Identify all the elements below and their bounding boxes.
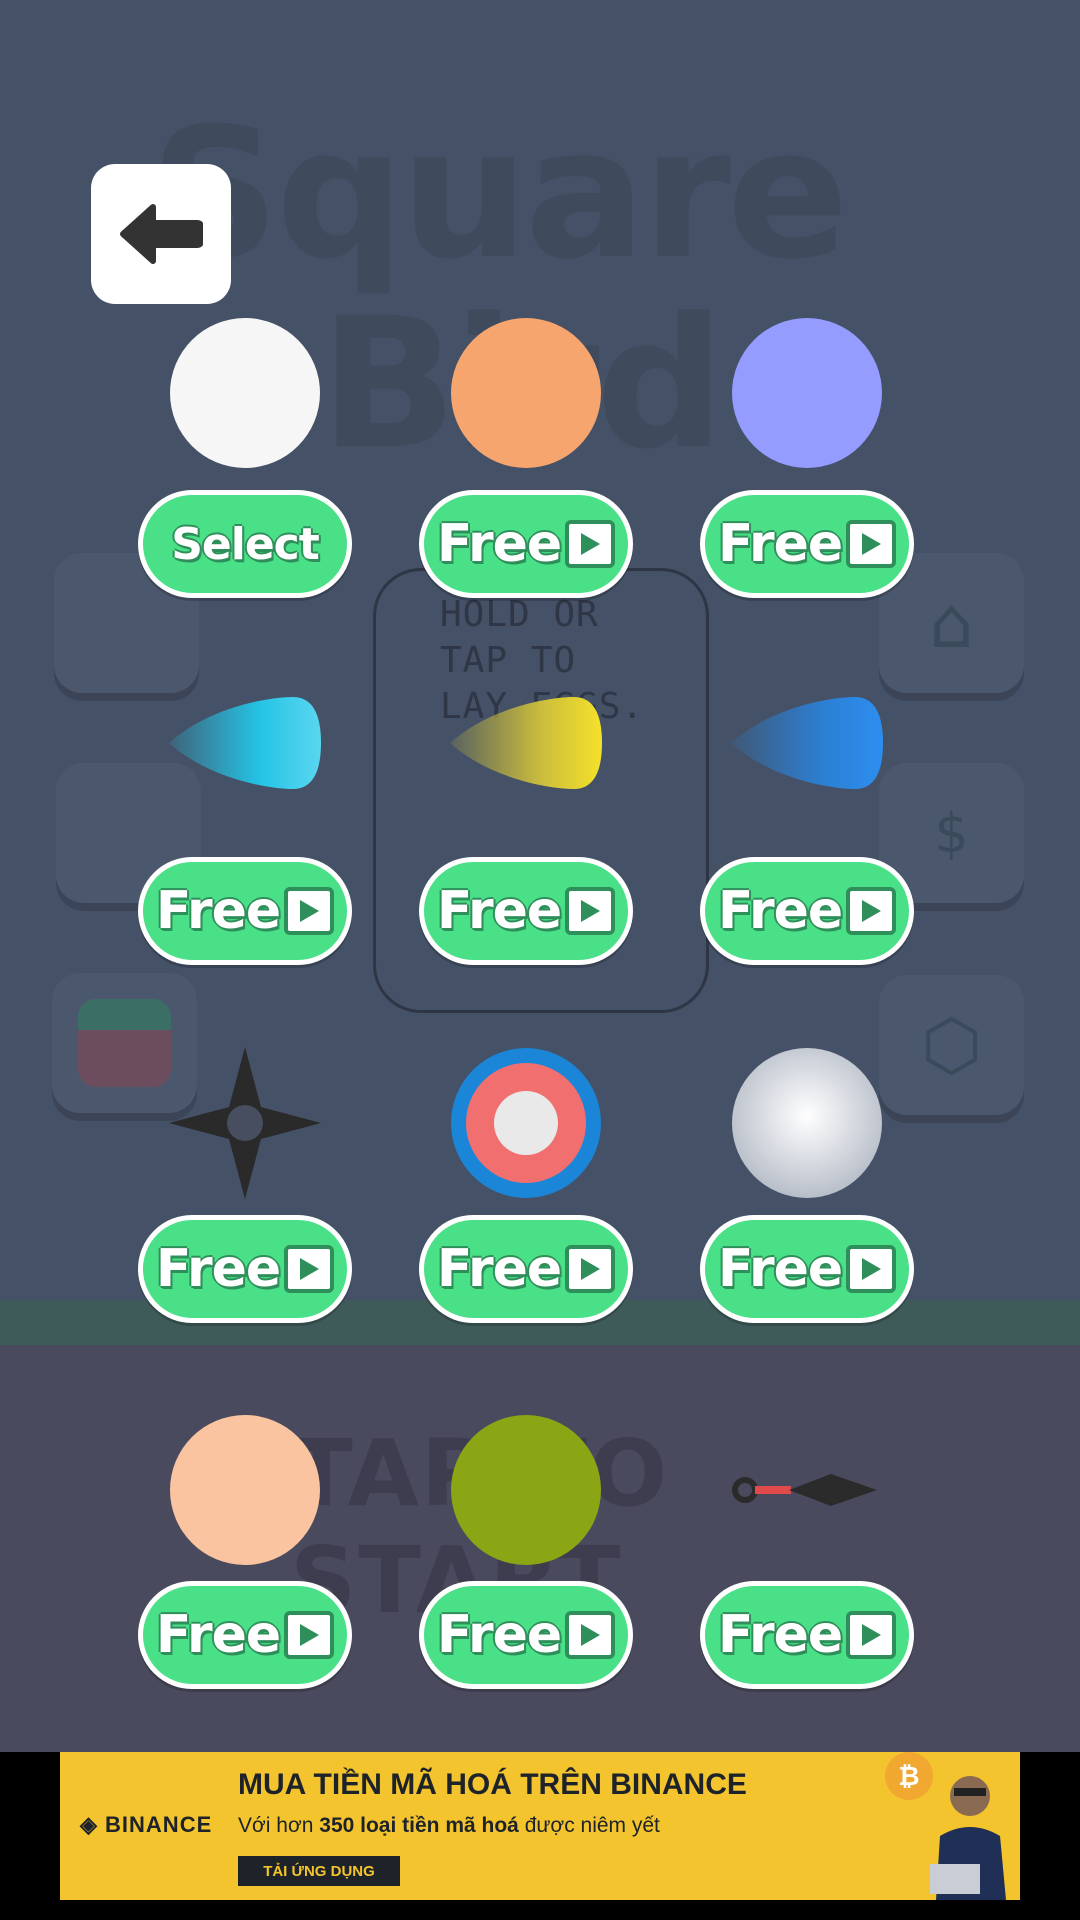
free-video-button[interactable]: Free — [700, 490, 914, 598]
bg-settings-tile: ⬡ — [879, 975, 1024, 1115]
video-play-icon — [846, 520, 897, 568]
skin-preview-drop[interactable] — [169, 667, 321, 819]
video-play-icon — [846, 1611, 897, 1659]
bg-title-line1: Square — [150, 90, 849, 299]
free-video-button[interactable]: Free — [419, 1215, 633, 1323]
free-video-button[interactable]: Free — [419, 490, 633, 598]
ad-brand: ◈ BINANCE — [80, 1812, 212, 1838]
ad-headline: MUA TIỀN MÃ HOÁ TRÊN BINANCE — [238, 1768, 747, 1801]
free-video-button[interactable]: Free — [138, 1215, 352, 1323]
ad-sub-bold: 350 loại tiền mã hoá — [319, 1814, 519, 1837]
video-play-icon — [565, 1245, 616, 1293]
ad-subtitle: Với hơn 350 loại tiền mã hoá được niêm y… — [238, 1814, 660, 1838]
free-video-button[interactable]: Free — [700, 857, 914, 965]
button-label: Select — [171, 518, 320, 570]
free-video-button[interactable]: Free — [419, 1581, 633, 1689]
skin-preview-circle[interactable] — [731, 317, 883, 469]
skin-preview-circle[interactable] — [450, 317, 602, 469]
button-label: Free — [436, 1605, 562, 1665]
video-play-icon — [284, 887, 335, 935]
skin-preview-circle[interactable] — [169, 1414, 321, 1566]
video-play-icon — [565, 520, 616, 568]
free-video-button[interactable]: Free — [700, 1215, 914, 1323]
video-play-icon — [284, 1611, 335, 1659]
video-play-icon — [565, 1611, 616, 1659]
ad-sub-suffix: được niêm yết — [524, 1814, 660, 1837]
binance-logo-icon: ◈ — [80, 1812, 106, 1837]
ad-brand-label: BINANCE — [105, 1812, 213, 1837]
bg-skin-swatch — [78, 999, 171, 1087]
skin-preview-shuriken[interactable] — [169, 1047, 321, 1199]
button-label: Free — [436, 881, 562, 941]
select-button[interactable]: Select — [138, 490, 352, 598]
video-play-icon — [565, 887, 616, 935]
video-play-icon — [846, 887, 897, 935]
skin-preview-pearl[interactable] — [731, 1047, 883, 1199]
skin-preview-circle[interactable] — [169, 317, 321, 469]
free-video-button[interactable]: Free — [419, 857, 633, 965]
button-label: Free — [717, 514, 843, 574]
button-label: Free — [717, 1239, 843, 1299]
button-label: Free — [717, 881, 843, 941]
ad-banner[interactable]: ◈ BINANCE MUA TIỀN MÃ HOÁ TRÊN BINANCE V… — [60, 1752, 1020, 1900]
arrow-left-icon — [120, 204, 203, 264]
free-video-button[interactable]: Free — [138, 857, 352, 965]
button-label: Free — [436, 1239, 562, 1299]
button-label: Free — [155, 881, 281, 941]
button-label: Free — [436, 514, 562, 574]
skin-preview-kunai[interactable] — [731, 1414, 883, 1566]
skin-preview-circle[interactable] — [450, 1414, 602, 1566]
free-video-button[interactable]: Free — [700, 1581, 914, 1689]
bitcoin-coin-icon: ₿ — [885, 1752, 933, 1800]
button-label: Free — [155, 1239, 281, 1299]
button-label: Free — [717, 1605, 843, 1665]
ad-fine-print — [412, 1858, 852, 1886]
back-button[interactable] — [91, 164, 231, 304]
video-play-icon — [846, 1245, 897, 1293]
ad-cta-button[interactable]: TẢI ỨNG DỤNG — [238, 1856, 400, 1886]
gear-icon: ⬡ — [920, 1004, 983, 1086]
ad-sub-prefix: Với hơn — [238, 1814, 314, 1837]
skin-preview-drop[interactable] — [731, 667, 883, 819]
button-label: Free — [155, 1605, 281, 1665]
free-video-button[interactable]: Free — [138, 1581, 352, 1689]
video-play-icon — [284, 1245, 335, 1293]
ad-person-image — [930, 1776, 1006, 1900]
skin-preview-target[interactable] — [450, 1047, 602, 1199]
skin-preview-drop[interactable] — [450, 667, 602, 819]
